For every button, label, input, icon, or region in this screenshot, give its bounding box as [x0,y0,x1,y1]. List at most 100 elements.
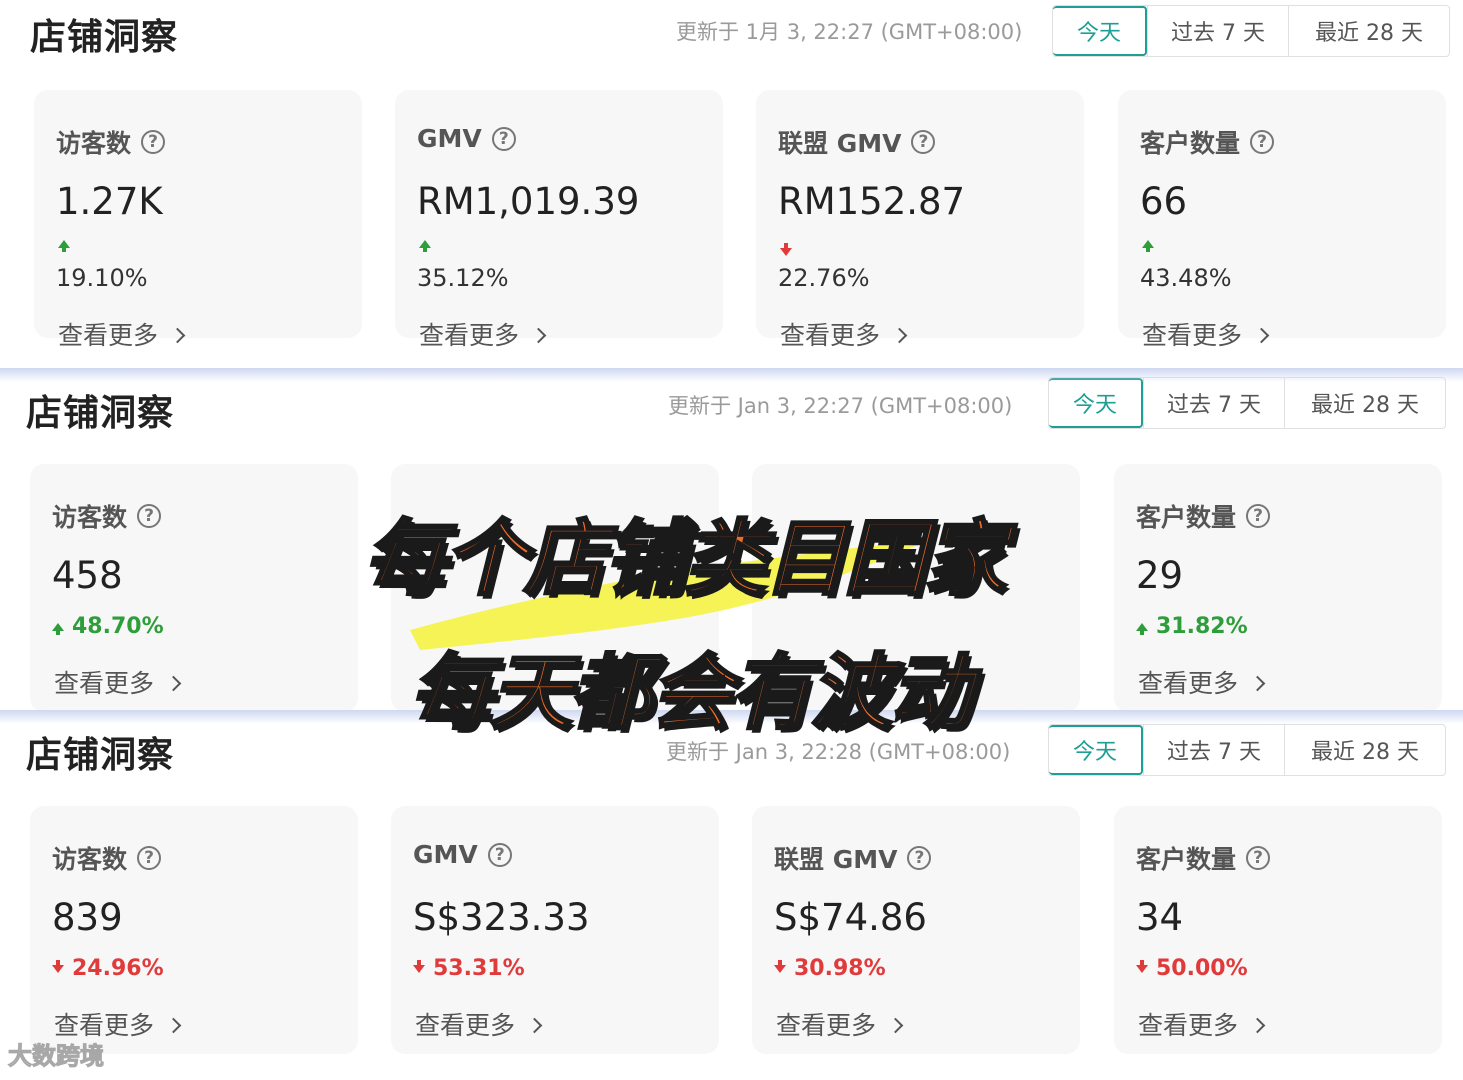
help-icon[interactable]: ? [487,842,512,867]
range-28-days-tab[interactable]: 最近 28 天 [1288,6,1449,56]
metric-value: RM152.87 [778,180,966,223]
arrow-down-icon [780,243,792,256]
help-icon[interactable]: ? [1246,846,1271,870]
metric-label: 联盟 GMV [778,129,902,158]
date-range-selector: 今天 过去 7 天 最近 28 天 [1052,5,1450,57]
metric-card-visitors: 访客数? 458 48.70% 查看更多 [30,464,358,712]
help-icon[interactable]: ? [137,504,162,528]
metric-label: GMV [417,124,482,153]
metric-value: 66 [1140,180,1188,223]
metric-change: 48.70% [52,614,164,639]
help-icon[interactable]: ? [1246,504,1271,528]
view-more-link[interactable]: 查看更多 [1138,1006,1266,1042]
help-icon[interactable]: ? [911,130,936,154]
metric-card-gmv: GMV? S$323.33 53.31% 查看更多 [391,806,719,1054]
metric-label: 访客数 [52,503,128,532]
metric-change: 30.98% [774,956,886,981]
range-7-days-tab[interactable]: 过去 7 天 [1143,378,1284,428]
range-7-days-tab[interactable]: 过去 7 天 [1147,6,1288,56]
metric-value: 458 [52,554,123,597]
metric-value: 29 [1136,554,1184,597]
chevron-right-icon [891,327,908,344]
metric-change: 22.76% [778,264,870,292]
view-more-link[interactable]: 查看更多 [1142,316,1270,352]
help-icon[interactable]: ? [907,846,932,870]
metric-card-visitors: 访客数? 839 24.96% 查看更多 [30,806,358,1054]
metric-card-affiliate-gmv: 联盟 GMV? RM152.87 22.76% 查看更多 [756,90,1084,350]
range-today-tab[interactable]: 今天 [1049,725,1143,775]
chevron-right-icon [165,1017,182,1034]
view-more-link[interactable]: 查看更多 [776,1006,904,1042]
metric-card-gmv: GMV? RM1,019.39 35.12% 查看更多 [395,90,723,350]
arrow-up-icon [52,622,64,635]
metric-card-affiliate-gmv: 联盟 GMV? S$74.86 30.98% 查看更多 [752,806,1080,1054]
date-range-selector: 今天 过去 7 天 最近 28 天 [1048,377,1446,429]
metric-card-visitors: 访客数? 1.27K 19.10% 查看更多 [34,90,362,350]
view-more-link[interactable]: 查看更多 [419,316,547,352]
chevron-right-icon [1249,1017,1266,1034]
metric-label: 客户数量 [1136,503,1237,532]
arrow-up-icon [419,240,431,252]
metric-value: S$323.33 [413,896,590,939]
metric-change: 35.12% [417,264,509,292]
view-more-link[interactable]: 查看更多 [58,316,186,352]
chevron-right-icon [165,675,182,692]
metric-value: 34 [1136,896,1184,939]
arrow-down-icon [1136,959,1148,973]
chevron-right-icon [887,1017,904,1034]
range-28-days-tab[interactable]: 最近 28 天 [1284,725,1445,775]
updated-time: 更新于 1月 3, 22:27 (GMT+08:00) [676,20,1023,44]
range-today-tab[interactable]: 今天 [1053,6,1147,56]
chevron-right-icon [1253,327,1270,344]
arrow-up-icon [58,240,70,252]
arrow-down-icon [413,959,425,973]
arrow-down-icon [52,959,64,973]
arrow-up-icon [1142,240,1154,252]
metric-value: 839 [52,896,123,939]
chevron-right-icon [169,327,186,344]
metric-change: 31.82% [1136,614,1248,639]
metric-card-gmv-obscured [391,464,719,712]
metric-label: GMV [413,840,478,869]
metric-value: 1.27K [56,180,163,223]
range-7-days-tab[interactable]: 过去 7 天 [1143,725,1284,775]
chevron-right-icon [530,327,547,344]
help-icon[interactable]: ? [491,126,516,151]
metric-change: 19.10% [56,264,148,292]
metric-card-affiliate-gmv-obscured [752,464,1080,712]
metric-card-customers: 客户数量? 29 31.82% 查看更多 [1114,464,1442,712]
metric-label: 访客数 [52,845,128,874]
metric-change: 43.48% [1140,264,1232,292]
arrow-down-icon [774,959,786,973]
updated-time: 更新于 Jan 3, 22:28 (GMT+08:00) [666,740,1011,764]
metric-label: 客户数量 [1140,129,1241,158]
view-more-link[interactable]: 查看更多 [1138,664,1266,700]
view-more-link[interactable]: 查看更多 [415,1006,543,1042]
store-insights-panel-1: 店铺洞察 更新于 1月 3, 22:27 (GMT+08:00) 今天 过去 7… [0,0,1463,372]
date-range-selector: 今天 过去 7 天 最近 28 天 [1048,724,1446,776]
metric-label: 客户数量 [1136,845,1237,874]
view-more-link[interactable]: 查看更多 [54,664,182,700]
metric-value: RM1,019.39 [417,180,640,223]
view-more-link[interactable]: 查看更多 [780,316,908,352]
help-icon[interactable]: ? [141,130,166,154]
metric-label: 访客数 [56,129,132,158]
metric-label: 联盟 GMV [774,845,898,874]
page-title: 店铺洞察 [30,17,179,58]
range-28-days-tab[interactable]: 最近 28 天 [1284,378,1445,428]
metric-card-customers: 客户数量? 66 43.48% 查看更多 [1118,90,1446,350]
page-title: 店铺洞察 [26,735,175,776]
metric-change: 50.00% [1136,956,1248,981]
metric-card-customers: 客户数量? 34 50.00% 查看更多 [1114,806,1442,1054]
store-insights-panel-3: 店铺洞察 更新于 Jan 3, 22:28 (GMT+08:00) 今天 过去 … [0,714,1463,1080]
watermark: 大数跨境 [8,1042,105,1071]
updated-time: 更新于 Jan 3, 22:27 (GMT+08:00) [668,394,1013,418]
help-icon[interactable]: ? [1250,130,1275,154]
metric-change: 24.96% [52,956,164,981]
metric-value: S$74.86 [774,896,927,939]
store-insights-panel-2: 店铺洞察 更新于 Jan 3, 22:27 (GMT+08:00) 今天 过去 … [0,372,1463,714]
help-icon[interactable]: ? [137,846,162,870]
range-today-tab[interactable]: 今天 [1049,378,1143,428]
arrow-up-icon [1136,622,1148,635]
metric-change: 53.31% [413,956,525,981]
